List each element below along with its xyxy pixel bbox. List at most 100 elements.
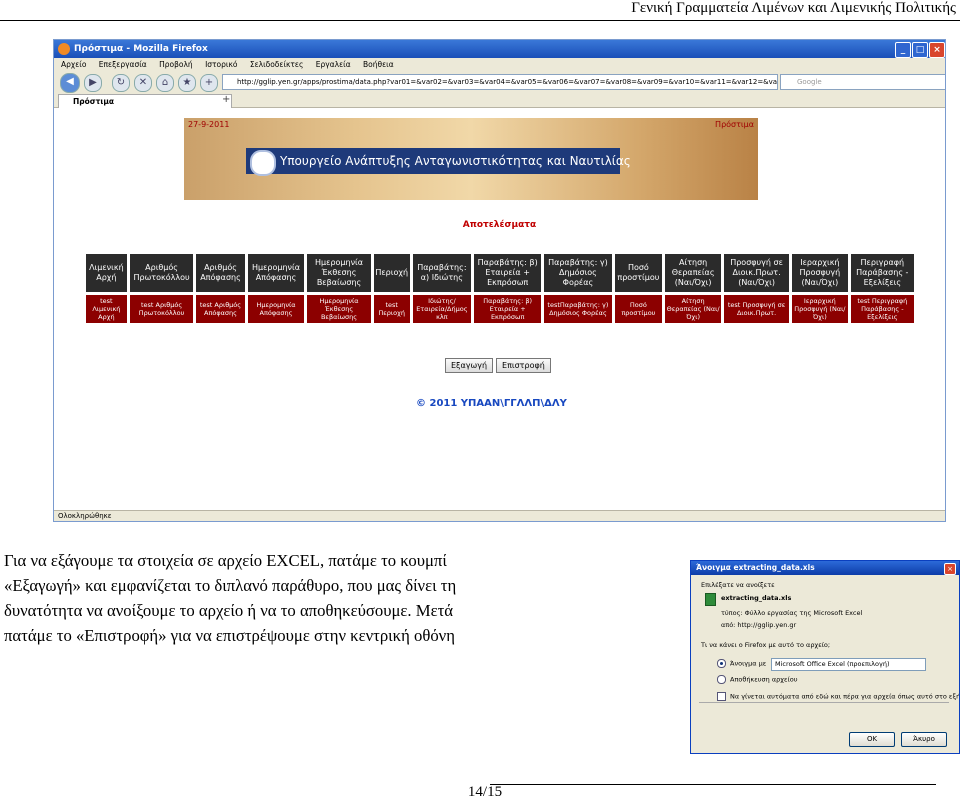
menu-tools[interactable]: Εργαλεία [316,60,351,69]
tab-prostima[interactable]: Πρόστιμα [58,94,232,108]
home-link[interactable]: Πρόστιμα [715,120,754,129]
dialog-file-type: τύπος: Φύλλο εργασίας της Microsoft Exce… [721,609,863,617]
open-with-radio[interactable] [717,659,726,668]
minimize-icon[interactable]: _ [895,42,911,58]
bookmark-icon[interactable]: ★ [178,74,196,92]
table-row: test Λιμενική Αρχή test Αριθμός Πρωτοκόλ… [86,295,914,324]
table-cell: Αίτηση Θεραπείας (Ναι/Όχι) [665,295,722,324]
table-cell: Ημερομηνία Έκθεσης Βεβαίωσης [307,295,371,324]
table-cell: test Περιγραφή Παράβασης - Εξελίξεις [850,295,914,324]
maximize-icon[interactable]: □ [912,42,928,58]
table-cell: test Λιμενική Αρχή [86,295,127,324]
browser-navbar: ◀ ▶ ↻ ✕ ⌂ ★ + http://gglip.yen.gr/apps/p… [54,71,945,94]
column-header: Αίτηση Θεραπείας (Ναι/Όχι) [665,254,722,292]
status-bar: Ολοκληρώθηκε [54,510,945,521]
status-text: Ολοκληρώθηκε [58,512,112,520]
tab-label: Πρόστιμα [73,97,115,106]
copyright: © 2011 ΥΠΑΑΝ\ΓΓΛΛΠ\ΔΛΥ [416,398,567,409]
dialog-question: Τι να κάνει ο Firefox με αυτό το αρχείο; [701,641,831,649]
close-icon[interactable]: × [929,42,945,58]
menu-view[interactable]: Προβολή [159,60,193,69]
save-file-option[interactable]: Αποθήκευση αρχείου [717,675,797,684]
open-with-select[interactable]: Microsoft Office Excel (προεπιλογή) [771,658,926,671]
column-header: Παραβάτης: β) Εταιρεία + Εκπρόσωπ [474,254,542,292]
open-with-option[interactable]: Άνοιγμα με [717,659,766,668]
ok-button[interactable]: ΟΚ [849,732,895,747]
instructions-paragraph: Για να εξάγουμε τα στοιχεία σε αρχείο EX… [4,548,676,648]
footer-rule [490,784,936,785]
page-number: 14/15 [467,784,503,800]
save-file-radio[interactable] [717,675,726,684]
url-text: http://gglip.yen.gr/apps/prostima/data.p… [237,78,778,86]
browser-viewport: 27-9-2011 Πρόστιμα Υπουργείο Ανάπτυξης Α… [54,108,945,510]
dialog-intro: Επιλέξατε να ανοίξετε [701,581,775,589]
menu-edit[interactable]: Επεξεργασία [99,60,147,69]
browser-window-title: Πρόστιμα - Mozilla Firefox [74,44,208,54]
column-header: Ιεραρχική Προσφυγή (Ναι/Όχι) [792,254,848,292]
table-cell: Ιδιώτης/Εταιρεία/Δήμος κλπ [412,295,472,324]
browser-titlebar: Πρόστιμα - Mozilla Firefox _ □ × [54,40,945,58]
table-cell: Ποσό προστίμου [614,295,663,324]
column-header: Αριθμός Απόφασης [196,254,245,292]
add-icon[interactable]: + [200,74,218,92]
menu-history[interactable]: Ιστορικό [205,60,237,69]
ministry-strip: Υπουργείο Ανάπτυξης Ανταγωνιστικότητας κ… [246,148,631,174]
table-cell: Ιεραρχική Προσφυγή (Ναι/Όχι) [792,295,848,324]
site-banner: 27-9-2011 Πρόστιμα Υπουργείο Ανάπτυξης Α… [184,118,758,200]
column-header: Λιμενική Αρχή [86,254,127,292]
paragraph-line: πατάμε το «Επιστροφή» για να επιστρέψουμ… [4,626,455,645]
table-cell: test Αριθμός Απόφασης [196,295,245,324]
auto-checkbox[interactable] [717,692,726,701]
column-header: Προσφυγή σε Διοικ.Πρωτ. (Ναι/Όχι) [724,254,790,292]
new-tab-icon[interactable]: + [222,94,230,106]
browser-screenshot: Πρόστιμα - Mozilla Firefox _ □ × Αρχείο … [53,39,946,522]
column-header: Παραβάτης: α) Ιδιώτης [412,254,472,292]
dialog-title: Άνοιγμα extracting_data.xls [691,561,959,575]
reload-icon[interactable]: ↻ [112,74,130,92]
auto-option[interactable]: Να γίνεται αυτόματα από εδώ και πέρα για… [717,692,960,701]
running-header: Γενική Γραμματεία Λιμένων και Λιμενικής … [0,0,960,21]
export-button[interactable]: Εξαγωγή [445,358,494,373]
search-input[interactable]: Google [780,74,945,90]
table-cell: test Προσφυγή σε Διοικ.Πρωτ. [724,295,790,324]
dialog-divider [699,702,949,703]
column-header: Ημερομηνία Έκθεσης Βεβαίωσης [307,254,371,292]
column-header: Αριθμός Πρωτοκόλλου [129,254,194,292]
table-cell: Παραβάτης: β) Εταιρεία + Εκπρόσωπ [474,295,542,324]
dialog-close-icon[interactable]: × [944,563,956,575]
forward-icon[interactable]: ▶ [84,74,102,92]
results-title: Αποτελέσματα [462,220,537,230]
save-file-label: Αποθήκευση αρχείου [730,675,798,684]
column-header: Περιγραφή Παράβασης - Εξελίξεις [850,254,914,292]
url-bar[interactable]: http://gglip.yen.gr/apps/prostima/data.p… [222,74,778,90]
action-buttons: Εξαγωγή Επιστροφή [445,353,554,373]
menu-help[interactable]: Βοήθεια [363,60,394,69]
menu-bookmarks[interactable]: Σελιδοδείκτες [250,60,304,69]
open-file-dialog: Άνοιγμα extracting_data.xls × Επιλέξατε … [690,560,960,754]
paragraph-line: Για να εξάγουμε τα στοιχεία σε αρχείο EX… [4,551,447,570]
ministry-seal-icon [250,150,276,176]
open-with-label: Άνοιγμα με [730,659,767,668]
column-header: Ημερομηνία Απόφασης [247,254,305,292]
open-with-app: Microsoft Office Excel (προεπιλογή) [775,660,890,668]
paragraph-line: «Εξαγωγή» και εμφανίζεται το διπλανό παρ… [4,576,457,595]
header-title: Γενική Γραμματεία Λιμένων και Λιμενικής … [631,0,956,16]
table-cell: Ημερομηνία Απόφασης [247,295,305,324]
stop-icon[interactable]: ✕ [134,74,152,92]
home-icon[interactable]: ⌂ [156,74,174,92]
column-header: Ποσό προστίμου [614,254,663,292]
table-cell: test Αριθμός Πρωτοκόλλου [129,295,194,324]
auto-label: Να γίνεται αυτόματα από εδώ και πέρα για… [730,692,960,701]
table-cell: testΠαραβάτης: γ) Δημόσιος Φορέας [544,295,612,324]
tab-bar: Πρόστιμα + [54,93,945,108]
results-table: Λιμενική Αρχή Αριθμός Πρωτοκόλλου Αριθμό… [83,251,917,326]
search-placeholder: Google [797,78,822,86]
table-cell: test Περιοχή [373,295,410,324]
dialog-file-source: από: http://gglip.yen.gr [721,621,797,629]
back-button[interactable]: Επιστροφή [496,358,551,373]
back-icon[interactable]: ◀ [60,73,80,93]
menu-file[interactable]: Αρχείο [61,60,86,69]
dialog-filename: extracting_data.xls [721,594,792,602]
cancel-button[interactable]: Άκυρο [901,732,947,747]
table-header-row: Λιμενική Αρχή Αριθμός Πρωτοκόλλου Αριθμό… [86,254,914,292]
